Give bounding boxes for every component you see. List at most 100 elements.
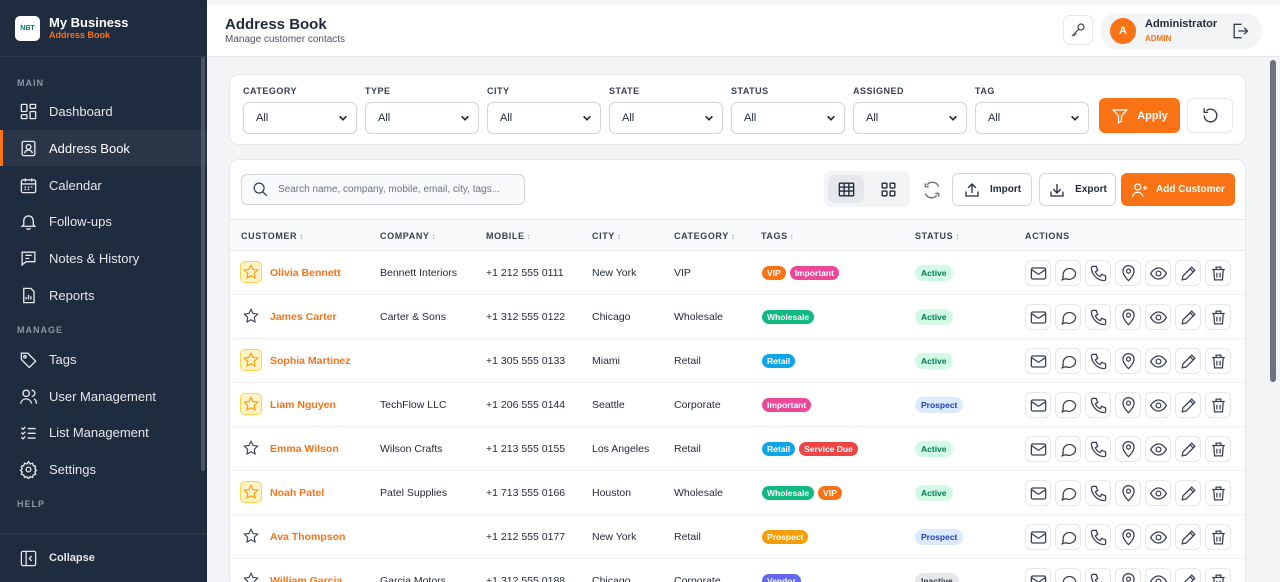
message-button[interactable] [1055,480,1081,506]
email-button[interactable] [1025,348,1051,374]
filter-select-category[interactable]: All [243,102,357,134]
sidebar-scrollbar[interactable] [201,57,205,471]
sidebar-item-dashboard[interactable]: Dashboard [0,93,207,129]
filter-select-state[interactable]: All [609,102,723,134]
sidebar-item-calendar[interactable]: Calendar [0,167,207,203]
email-button[interactable] [1025,260,1051,286]
edit-button[interactable] [1175,348,1201,374]
location-button[interactable] [1115,524,1141,550]
search-input[interactable] [278,184,518,195]
table-view-button[interactable] [828,175,864,203]
delete-button[interactable] [1205,568,1231,582]
table-row[interactable]: Liam Nguyen TechFlow LLC +1 206 555 0144… [230,383,1245,427]
delete-button[interactable] [1205,304,1231,330]
edit-button[interactable] [1175,568,1201,582]
call-button[interactable] [1085,348,1111,374]
location-button[interactable] [1115,480,1141,506]
email-button[interactable] [1025,480,1051,506]
view-button[interactable] [1145,348,1171,374]
email-button[interactable] [1025,392,1051,418]
table-row[interactable]: James Carter Carter & Sons +1 312 555 01… [230,295,1245,339]
column-header-company[interactable]: COMPANY ↕ [380,231,436,241]
search-box[interactable] [241,174,525,205]
call-button[interactable] [1085,260,1111,286]
edit-button[interactable] [1175,524,1201,550]
location-button[interactable] [1115,392,1141,418]
sidebar-item-address-book[interactable]: Address Book [0,130,207,166]
apply-button[interactable]: Apply [1099,98,1180,133]
reset-filters-button[interactable] [1187,98,1233,133]
refresh-button[interactable] [916,174,948,205]
table-row[interactable]: Ava Thompson +1 212 555 0177 New York Re… [230,515,1245,559]
favorite-toggle[interactable] [240,525,262,547]
key-button[interactable] [1063,15,1093,45]
sidebar-item-reports[interactable]: Reports [0,277,207,313]
delete-button[interactable] [1205,348,1231,374]
sidebar-item-tags[interactable]: Tags [0,341,207,377]
import-button[interactable]: Import [952,173,1032,206]
filter-select-city[interactable]: All [487,102,601,134]
delete-button[interactable] [1205,436,1231,462]
column-header-tags[interactable]: TAGS ↕ [761,231,794,241]
filter-select-assigned[interactable]: All [853,102,967,134]
view-button[interactable] [1145,304,1171,330]
edit-button[interactable] [1175,436,1201,462]
filter-select-tag[interactable]: All [975,102,1089,134]
grid-view-button[interactable] [870,175,906,203]
customer-name-link[interactable]: Emma Wilson [270,443,339,455]
delete-button[interactable] [1205,392,1231,418]
favorite-toggle[interactable] [240,393,262,415]
table-row[interactable]: William Garcia Garcia Motors +1 312 555 … [230,559,1245,582]
filter-select-type[interactable]: All [365,102,479,134]
call-button[interactable] [1085,568,1111,582]
email-button[interactable] [1025,304,1051,330]
filter-select-status[interactable]: All [731,102,845,134]
customer-name-link[interactable]: Liam Nguyen [270,399,336,411]
delete-button[interactable] [1205,260,1231,286]
location-button[interactable] [1115,436,1141,462]
add-customer-button[interactable]: Add Customer [1121,173,1235,206]
sidebar-item-notes-history[interactable]: Notes & History [0,240,207,276]
edit-button[interactable] [1175,480,1201,506]
message-button[interactable] [1055,392,1081,418]
email-button[interactable] [1025,436,1051,462]
location-button[interactable] [1115,348,1141,374]
sidebar-item-user-management[interactable]: User Management [0,378,207,414]
content-scrollbar[interactable] [1270,60,1276,382]
customer-name-link[interactable]: Olivia Bennett [270,267,341,279]
delete-button[interactable] [1205,524,1231,550]
customer-name-link[interactable]: Noah Patel [270,487,324,499]
logout-button[interactable] [1230,21,1250,41]
user-menu[interactable]: A Administrator ADMIN [1100,13,1262,49]
call-button[interactable] [1085,304,1111,330]
collapse-button[interactable]: Collapse [0,533,207,582]
view-button[interactable] [1145,392,1171,418]
favorite-toggle[interactable] [240,305,262,327]
call-button[interactable] [1085,524,1111,550]
message-button[interactable] [1055,260,1081,286]
customer-name-link[interactable]: Sophia Martinez [270,355,351,367]
favorite-toggle[interactable] [240,481,262,503]
column-header-mobile[interactable]: MOBILE ↕ [486,231,531,241]
edit-button[interactable] [1175,392,1201,418]
view-button[interactable] [1145,524,1171,550]
location-button[interactable] [1115,304,1141,330]
customer-name-link[interactable]: Ava Thompson [270,531,345,543]
table-row[interactable]: Emma Wilson Wilson Crafts +1 213 555 015… [230,427,1245,471]
table-row[interactable]: Noah Patel Patel Supplies +1 713 555 016… [230,471,1245,515]
view-button[interactable] [1145,260,1171,286]
email-button[interactable] [1025,568,1051,582]
customer-name-link[interactable]: James Carter [270,311,337,323]
table-row[interactable]: Olivia Bennett Bennett Interiors +1 212 … [230,251,1245,295]
view-button[interactable] [1145,480,1171,506]
call-button[interactable] [1085,480,1111,506]
edit-button[interactable] [1175,304,1201,330]
view-button[interactable] [1145,568,1171,582]
column-header-status[interactable]: STATUS ↕ [915,231,960,241]
column-header-customer[interactable]: CUSTOMER ↕ [241,231,304,241]
email-button[interactable] [1025,524,1051,550]
call-button[interactable] [1085,392,1111,418]
message-button[interactable] [1055,524,1081,550]
message-button[interactable] [1055,568,1081,582]
favorite-toggle[interactable] [240,569,262,582]
